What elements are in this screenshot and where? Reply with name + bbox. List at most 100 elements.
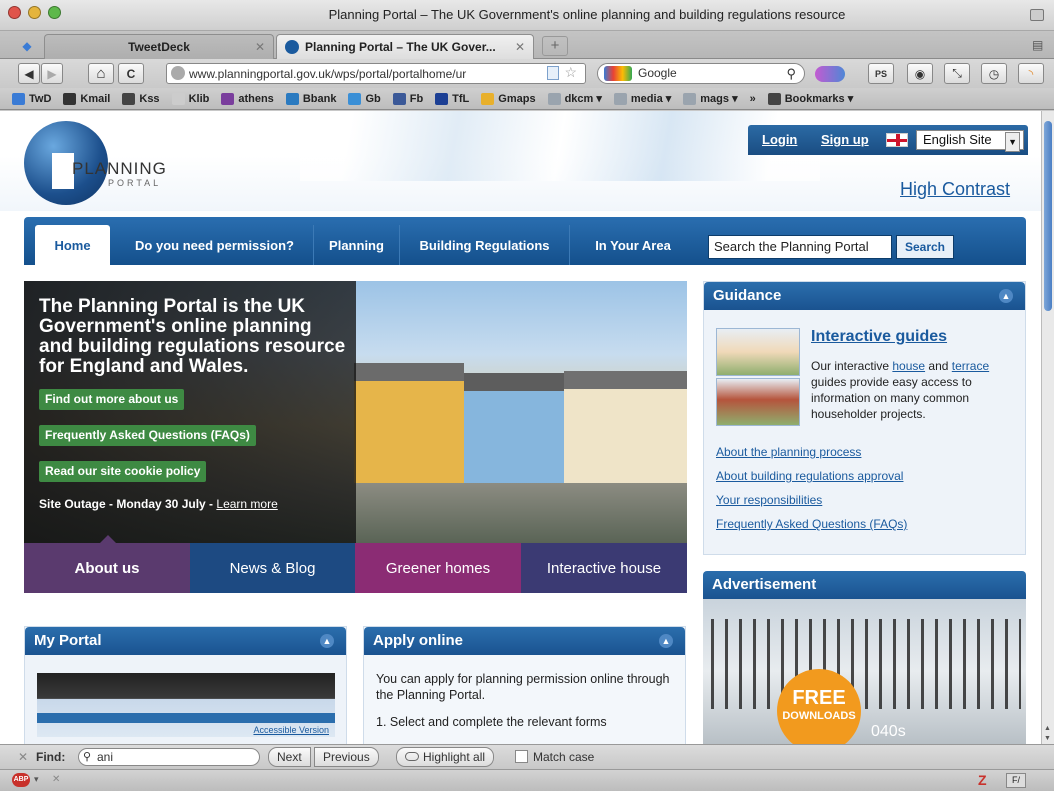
site-search-input[interactable]: Search the Planning Portal xyxy=(708,235,892,259)
rss-icon[interactable]: ◝ xyxy=(1018,63,1044,84)
learn-more-link[interactable]: Learn more xyxy=(216,497,277,511)
highlight-all-button[interactable]: Highlight all xyxy=(396,747,495,767)
free-downloads-badge[interactable]: FREE DOWNLOADS xyxy=(777,669,861,744)
resize-icon[interactable]: ⤡ xyxy=(944,63,970,84)
addon-ps-button[interactable]: PS xyxy=(868,63,894,84)
google-logo-icon[interactable] xyxy=(604,66,632,81)
bookmark-item[interactable]: Bbank xyxy=(285,92,336,105)
scrollbar-thumb[interactable] xyxy=(1044,121,1052,311)
bookmark-item[interactable]: Fb xyxy=(392,92,423,105)
collapse-icon[interactable]: ▲ xyxy=(999,289,1013,303)
addon-toggle-icon[interactable] xyxy=(815,66,845,82)
bookmark-icon xyxy=(171,92,185,105)
search-engine-input[interactable]: Google ⚲ xyxy=(597,63,805,84)
adblock-menu-icon[interactable]: ▾ xyxy=(34,774,39,785)
close-window-button[interactable] xyxy=(8,6,21,19)
planning-process-link[interactable]: About the planning process xyxy=(716,445,861,459)
nav-in-your-area[interactable]: In Your Area xyxy=(570,225,696,265)
nav-do-you-need-permission[interactable]: Do you need permission? xyxy=(116,225,314,265)
bookmark-item[interactable]: » xyxy=(750,92,756,105)
bookmark-item[interactable]: Bookmarks ▾ xyxy=(767,92,853,105)
signup-link[interactable]: Sign up xyxy=(821,132,869,147)
tab-news-blog[interactable]: News & Blog xyxy=(190,543,355,593)
home-button[interactable]: ⌂ xyxy=(88,63,114,84)
minimize-window-button[interactable] xyxy=(28,6,41,19)
tab-interactive-house[interactable]: Interactive house xyxy=(521,543,687,593)
zoom-window-button[interactable] xyxy=(48,6,61,19)
bookmark-item[interactable]: athens xyxy=(221,92,274,105)
search-icon[interactable]: ⚲ xyxy=(786,64,796,83)
forward-button[interactable]: ▶ xyxy=(41,63,63,84)
nav-building-regulations[interactable]: Building Regulations xyxy=(400,225,570,265)
bookmark-item[interactable]: media ▾ xyxy=(613,92,671,105)
collapse-icon[interactable]: ▲ xyxy=(659,634,673,648)
responsibilities-link[interactable]: Your responsibilities xyxy=(716,493,822,507)
find-previous-button[interactable]: Previous xyxy=(314,747,379,767)
house-guide-image[interactable] xyxy=(716,328,800,376)
tab-planning-portal[interactable]: Planning Portal – The UK Gover... ✕ xyxy=(276,34,534,59)
login-link[interactable]: Login xyxy=(762,132,797,147)
back-button[interactable]: ◀ xyxy=(18,63,40,84)
find-input[interactable]: ⚲ ani xyxy=(78,748,260,766)
bookmark-item[interactable]: TfL xyxy=(435,92,469,105)
tab-greener-homes[interactable]: Greener homes xyxy=(355,543,521,593)
reload-button[interactable]: C xyxy=(118,63,144,84)
language-select[interactable]: English Site ▼ xyxy=(916,130,1024,152)
match-case-checkbox[interactable] xyxy=(515,750,528,763)
bookmark-item[interactable]: Kss xyxy=(122,92,160,105)
tab-tweetdeck[interactable]: TweetDeck ✕ xyxy=(44,34,274,59)
bookmark-item[interactable]: Klib xyxy=(171,92,209,105)
vertical-scrollbar[interactable]: ▲ ▼ xyxy=(1041,111,1054,744)
nav-planning[interactable]: Planning xyxy=(314,225,400,265)
building-regs-approval-link[interactable]: About building regulations approval xyxy=(716,469,903,483)
collapse-icon[interactable]: ▲ xyxy=(320,634,334,648)
eye-icon[interactable]: ◉ xyxy=(907,63,933,84)
terrace-link[interactable]: terrace xyxy=(952,359,989,373)
faqs-button[interactable]: Frequently Asked Questions (FAQs) xyxy=(39,425,256,446)
nav-home[interactable]: Home xyxy=(35,225,110,265)
main-navigation: Home Do you need permission? Planning Bu… xyxy=(24,217,1026,265)
toolbar-toggle-button[interactable] xyxy=(1030,9,1044,21)
bookmark-item[interactable]: Gb xyxy=(348,92,381,105)
bookmark-item[interactable]: TwD xyxy=(12,92,51,105)
site-search-button[interactable]: Search xyxy=(896,235,954,259)
hero-title: The Planning Portal is the UK Government… xyxy=(39,296,346,377)
find-out-more-button[interactable]: Find out more about us xyxy=(39,389,185,410)
bookmark-item[interactable]: mags ▾ xyxy=(683,92,738,105)
interactive-guides-link[interactable]: Interactive guides xyxy=(811,328,947,346)
house-link[interactable]: house xyxy=(892,359,925,373)
downloads-text: DOWNLOADS xyxy=(782,710,856,722)
zotero-icon[interactable]: Z xyxy=(978,772,987,788)
tab-about-us[interactable]: About us xyxy=(24,543,190,593)
bookmark-item[interactable]: dkcm ▾ xyxy=(547,92,602,105)
url-bar[interactable]: www.planningportal.gov.uk/wps/portal/por… xyxy=(166,63,586,84)
house-yellow xyxy=(354,363,464,483)
scroll-down-icon[interactable]: ▼ xyxy=(1044,735,1051,742)
firebug-icon[interactable]: F/ xyxy=(1006,773,1026,788)
new-tab-button[interactable]: + xyxy=(542,36,568,56)
adblock-icon[interactable]: ABP xyxy=(12,773,30,787)
clock-icon[interactable]: ◷ xyxy=(981,63,1007,84)
advertisement-image[interactable]: FREE DOWNLOADS 040s xyxy=(703,599,1026,744)
close-find-icon[interactable]: ✕ xyxy=(18,750,28,764)
bookmark-label: mags ▾ xyxy=(700,93,738,105)
tab-close-icon[interactable]: ✕ xyxy=(515,40,525,54)
find-next-button[interactable]: Next xyxy=(268,747,311,767)
tab-list-icon[interactable]: ▤ xyxy=(1032,38,1046,52)
house-blue xyxy=(464,373,564,483)
cookie-policy-button[interactable]: Read our site cookie policy xyxy=(39,461,207,482)
high-contrast-link[interactable]: High Contrast xyxy=(900,179,1010,200)
faqs-link[interactable]: Frequently Asked Questions (FAQs) xyxy=(716,517,907,531)
active-tab-pointer xyxy=(100,535,116,543)
site-identity-icon[interactable] xyxy=(171,66,185,80)
bookmark-label: dkcm ▾ xyxy=(564,93,602,105)
bookmark-item[interactable]: Kmail xyxy=(63,92,110,105)
tab-close-icon[interactable]: ✕ xyxy=(255,40,265,54)
window-titlebar: Planning Portal – The UK Government's on… xyxy=(0,0,1054,31)
terrace-guide-image[interactable] xyxy=(716,378,800,426)
status-close-icon[interactable]: ✕ xyxy=(52,774,60,785)
scroll-up-icon[interactable]: ▲ xyxy=(1044,725,1051,732)
bookmark-item[interactable]: Gmaps xyxy=(481,92,536,105)
bookmark-star-icon[interactable]: ☆ xyxy=(564,64,577,81)
accessible-version-link[interactable]: Accessible Version xyxy=(253,725,329,735)
